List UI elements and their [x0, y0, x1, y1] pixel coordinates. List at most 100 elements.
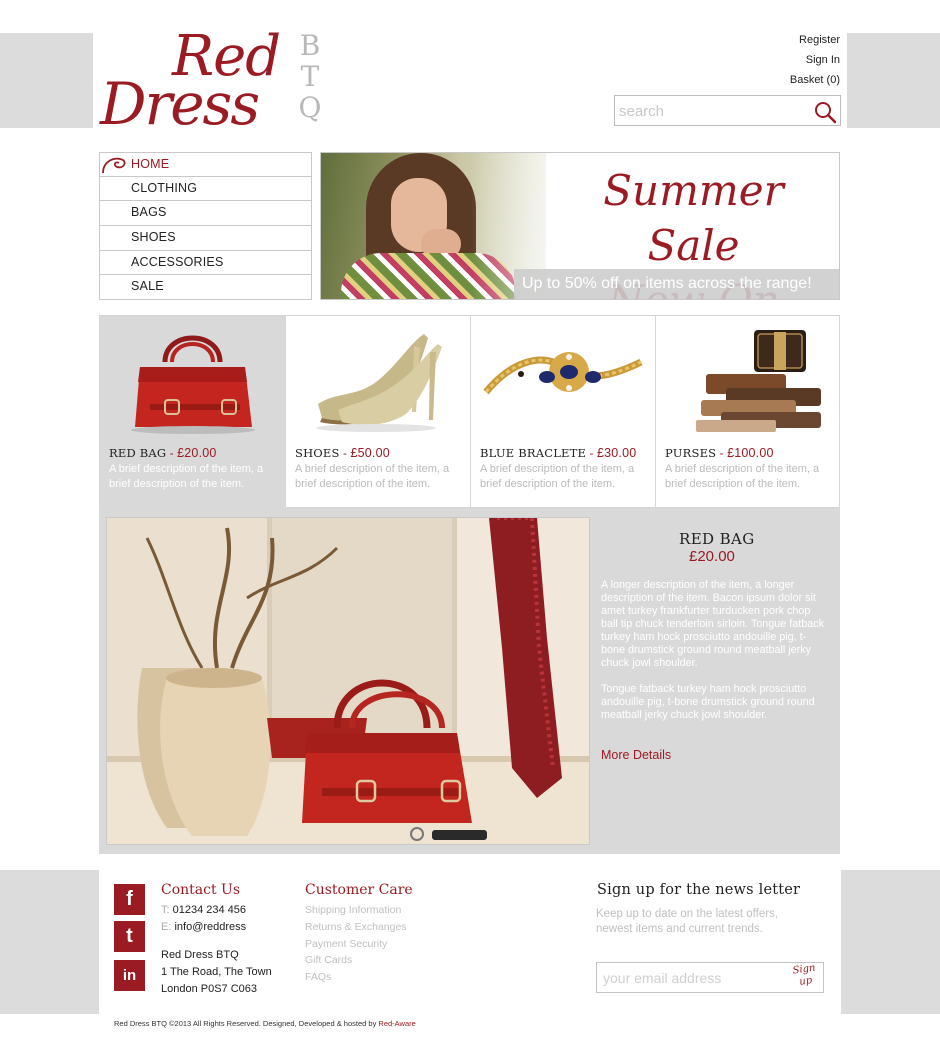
email-field[interactable] — [603, 967, 788, 989]
product-name: BLUE BRACLETE - £30.00 — [480, 446, 636, 460]
product-card-shoes[interactable]: SHOES - £50.00 A brief description of th… — [285, 316, 470, 508]
product-price: £50.00 — [350, 446, 390, 460]
basket-link[interactable]: Basket (0) — [790, 70, 840, 90]
more-details-link[interactable]: More Details — [601, 748, 671, 762]
facebook-icon[interactable]: f — [114, 884, 145, 915]
featured-description: A longer description of the item, a long… — [601, 579, 826, 735]
developer-link[interactable]: Red-Aware — [378, 1019, 415, 1028]
newsletter-text: Keep up to date on the latest offers, ne… — [596, 908, 779, 935]
bracelet-image — [483, 352, 643, 395]
featured-title: RED BAG — [679, 530, 755, 548]
product-desc: A brief description of the item, a brief… — [109, 463, 264, 490]
contact-details: T: 01234 234 456 E: info@reddress — [161, 902, 246, 936]
nav-label: HOME — [131, 157, 170, 171]
address-line: 1 The Road, The Town — [161, 966, 272, 978]
nav-label: ACCESSORIES — [131, 254, 224, 269]
product-price: £20.00 — [177, 446, 217, 460]
site-logo[interactable]: Red Dress B T Q — [100, 24, 325, 138]
header-band-right — [847, 33, 940, 128]
contact-phone: 01234 234 456 — [172, 904, 247, 916]
nav-label: SALE — [131, 279, 164, 294]
linkedin-icon[interactable]: in — [114, 960, 145, 991]
nav-label: CLOTHING — [131, 180, 198, 195]
product-name: RED BAG - £20.00 — [109, 446, 217, 460]
banner-title-line1: Summer Sale — [603, 166, 784, 270]
featured-product: RED BAG £20.00 A longer description of t… — [99, 508, 840, 854]
twitter-icon[interactable]: t — [114, 921, 145, 952]
contact-address: Red Dress BTQ 1 The Road, The Town Londo… — [161, 947, 272, 998]
price-dash: - — [586, 448, 597, 460]
shoes-image — [316, 334, 442, 432]
featured-paragraph: Tongue fatback turkey ham hock prosciutt… — [601, 683, 815, 721]
red-bag-image — [131, 335, 255, 434]
logo-btq: B T Q — [297, 30, 323, 123]
product-price: £100.00 — [727, 446, 774, 460]
address-line: London P0S7 C063 — [161, 983, 258, 995]
logo-letter-b: B — [299, 29, 321, 62]
price-dash: - — [339, 448, 351, 460]
search-input[interactable] — [619, 99, 809, 123]
account-links: Register Sign In Basket (0) — [790, 30, 840, 90]
product-desc: A brief description of the item, a brief… — [480, 463, 635, 490]
promo-banner[interactable]: Summer Sale Now On Up to 50% off on item… — [320, 152, 840, 300]
purses-image — [696, 330, 821, 432]
nav-item-shoes[interactable]: SHOES — [99, 226, 312, 251]
newsletter-form: Sign up — [596, 962, 824, 993]
care-link-payment[interactable]: Payment Security — [305, 936, 407, 953]
nav-item-sale[interactable]: SALE — [99, 275, 312, 301]
email-label: E: — [161, 921, 172, 933]
product-name: PURSES - £100.00 — [665, 446, 774, 460]
banner-caption: Up to 50% off on items across the range! — [514, 269, 839, 299]
product-grid: RED BAG - £20.00 A brief description of … — [99, 315, 840, 508]
nav-item-accessories[interactable]: ACCESSORIES — [99, 250, 312, 276]
product-price: £30.00 — [596, 446, 637, 460]
footer-band-right — [841, 870, 940, 1014]
nav-item-bags[interactable]: BAGS — [99, 201, 312, 227]
product-title: PURSES — [665, 446, 717, 460]
contact-email[interactable]: info@reddress — [174, 921, 246, 933]
product-card-blue-braclete[interactable]: BLUE BRACLETE - £30.00 A brief descripti… — [470, 316, 655, 508]
featured-paragraph: A longer description of the item, a long… — [601, 579, 825, 669]
header-band-left — [0, 33, 93, 128]
nav-label: SHOES — [131, 230, 176, 245]
logo-word-dress: Dress — [100, 70, 260, 138]
product-card-purses[interactable]: PURSES - £100.00 A brief description of … — [655, 316, 840, 508]
contact-phone-row: T: 01234 234 456 — [161, 902, 246, 919]
product-title: BLUE BRACLETE — [480, 446, 587, 460]
featured-scene — [107, 518, 589, 844]
featured-image — [106, 517, 590, 845]
price-dash: - — [716, 448, 728, 460]
care-link-shipping[interactable]: Shipping Information — [305, 902, 407, 919]
product-title: RED BAG — [109, 446, 167, 460]
product-card-red-bag[interactable]: RED BAG - £20.00 A brief description of … — [100, 316, 285, 508]
care-link-returns[interactable]: Returns & Exchanges — [305, 919, 407, 936]
product-name: SHOES - £50.00 — [295, 446, 390, 460]
customer-care-heading: Customer Care — [305, 882, 413, 898]
contact-email-row: E: info@reddress — [161, 919, 246, 936]
product-desc: A brief description of the item, a brief… — [665, 463, 820, 490]
sign-up-button[interactable]: Sign up — [788, 962, 821, 990]
customer-care-links: Shipping Information Returns & Exchanges… — [305, 902, 407, 986]
product-title: SHOES — [295, 446, 340, 460]
search-icon[interactable] — [813, 100, 837, 124]
copyright: Red Dress BTQ ©2013 All Rights Reserved.… — [114, 1019, 416, 1028]
product-desc: A brief description of the item, a brief… — [295, 463, 450, 490]
sign-in-link[interactable]: Sign In — [790, 50, 840, 70]
nav-item-home[interactable]: HOME — [99, 152, 312, 177]
logo-letter-t: T — [300, 60, 320, 93]
swirl-icon — [102, 157, 126, 174]
phone-label: T: — [161, 904, 170, 916]
price-dash: - — [166, 448, 178, 460]
footer-band-left — [0, 870, 99, 1014]
newsletter-heading: Sign up for the news letter — [597, 882, 801, 898]
register-link[interactable]: Register — [790, 30, 840, 50]
care-link-faqs[interactable]: FAQs — [305, 969, 407, 986]
featured-price: £20.00 — [689, 548, 735, 565]
address-line: Red Dress BTQ — [161, 949, 239, 961]
search-box — [614, 95, 841, 126]
main-nav: HOME CLOTHING BAGS SHOES ACCESSORIES SAL… — [99, 152, 312, 301]
care-link-gift-cards[interactable]: Gift Cards — [305, 952, 407, 969]
nav-label: BAGS — [131, 205, 167, 220]
nav-item-clothing[interactable]: CLOTHING — [99, 176, 312, 202]
copyright-text: Red Dress BTQ ©2013 All Rights Reserved.… — [114, 1019, 379, 1028]
